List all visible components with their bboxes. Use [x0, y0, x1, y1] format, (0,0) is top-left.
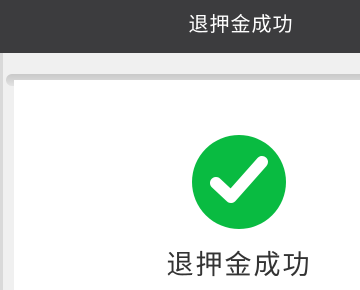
success-message: 退押金成功	[166, 250, 312, 281]
success-checkmark-icon	[192, 135, 286, 229]
page-title: 退押金成功	[188, 12, 294, 36]
page-left-edge	[0, 53, 3, 290]
navigation-bar: 退押金成功	[0, 0, 360, 53]
